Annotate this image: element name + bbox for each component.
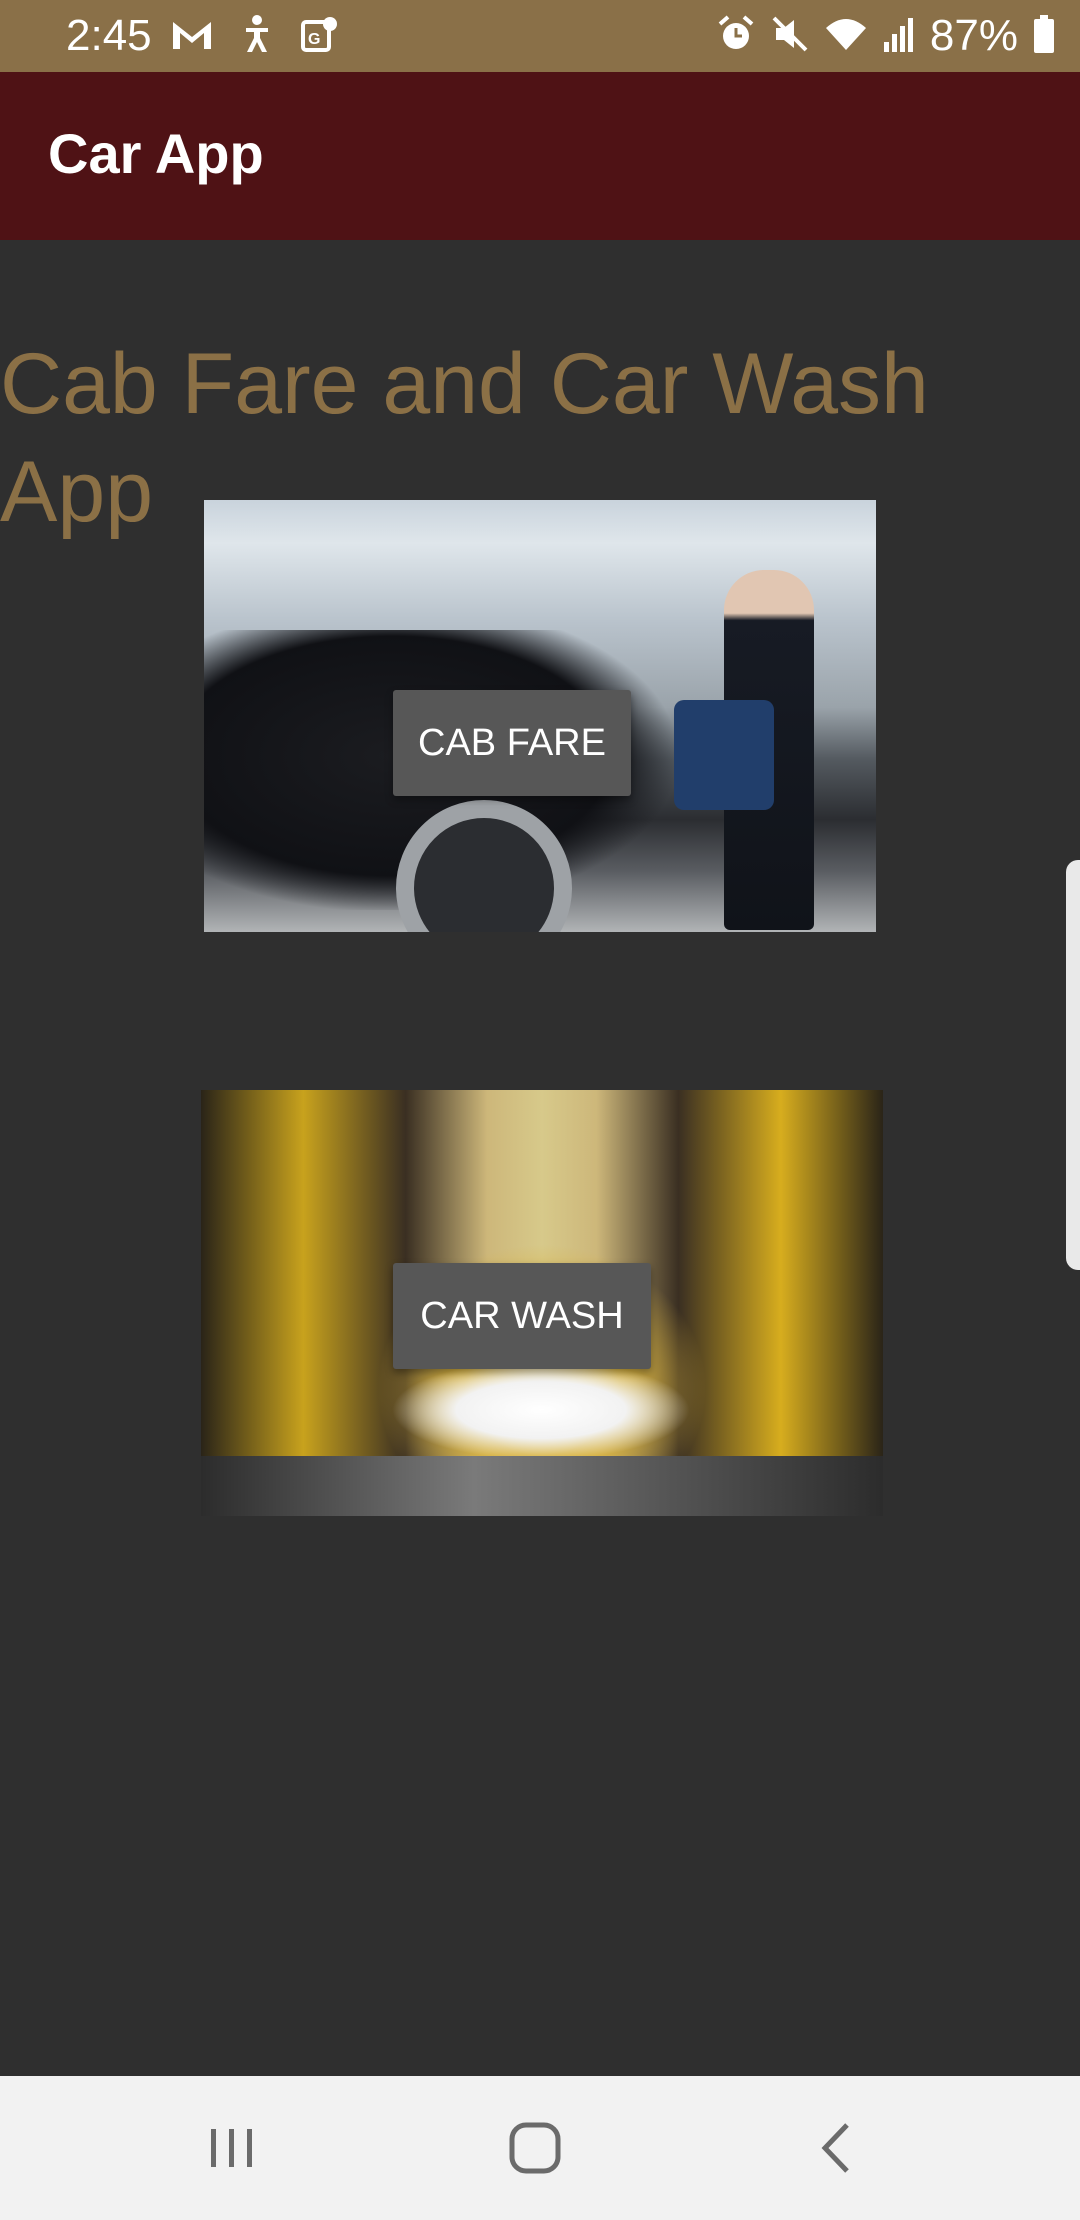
recents-icon xyxy=(211,2129,252,2167)
home-icon xyxy=(509,2122,561,2174)
status-time: 2:45 xyxy=(66,11,152,60)
navigation-bar xyxy=(0,2076,1080,2220)
gmail-icon xyxy=(170,16,214,57)
alarm-icon xyxy=(716,14,756,59)
car-headlights xyxy=(391,1360,691,1460)
back-button[interactable] xyxy=(777,2076,897,2220)
back-icon xyxy=(821,2123,849,2173)
cab-fare-button[interactable]: CAB FARE xyxy=(393,690,631,796)
status-left-icons: G xyxy=(170,14,340,58)
battery-percent: 87% xyxy=(929,11,1018,60)
scroll-handle[interactable] xyxy=(1066,860,1080,1270)
svg-text:G: G xyxy=(308,31,320,48)
battery-icon xyxy=(1032,14,1056,59)
app-bar: Car App xyxy=(0,72,1080,240)
suitcase xyxy=(674,700,774,810)
mute-icon xyxy=(770,14,810,59)
status-bar: 2:45 G 87% xyxy=(0,0,1080,72)
app-title: Car App xyxy=(48,122,264,185)
status-right-icons: 87% xyxy=(716,11,1056,60)
accessibility-icon xyxy=(240,14,274,59)
home-button[interactable] xyxy=(475,2076,595,2220)
wash-floor xyxy=(201,1456,883,1516)
maps-icon: G xyxy=(300,14,340,59)
signal-icon xyxy=(882,14,916,59)
recents-button[interactable] xyxy=(172,2076,292,2220)
car-wash-button[interactable]: CAR WASH xyxy=(393,1263,651,1369)
wifi-icon xyxy=(824,14,868,59)
